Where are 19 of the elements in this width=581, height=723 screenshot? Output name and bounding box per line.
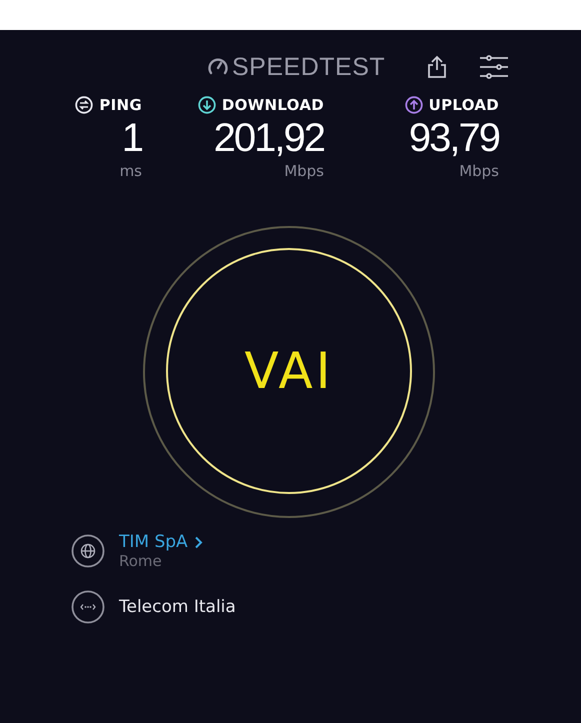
settings-icon[interactable]: [479, 55, 509, 79]
server-location: Rome: [119, 552, 163, 570]
chevron-icon[interactable]: [194, 536, 203, 548]
metric-label: UPLOAD: [428, 96, 499, 114]
metric-unit: Mbps: [459, 162, 499, 180]
start-button[interactable]: VAI: [166, 248, 412, 494]
metric-value: 201,92: [214, 116, 324, 160]
speedtest-logo: SPEEDTEST: [232, 52, 386, 82]
metric-value: 93,79: [408, 116, 499, 160]
share-icon[interactable]: [427, 55, 447, 79]
server-link[interactable]: TIM SpA: [119, 532, 188, 552]
metric-unit: Mbps: [284, 162, 324, 180]
metric-label: DOWNLOAD: [222, 96, 324, 114]
connection-icon: [71, 590, 105, 624]
globe-icon: [71, 534, 105, 568]
metric-label: PING: [99, 96, 142, 114]
metric-unit: ms: [120, 162, 142, 180]
metric-value: 1: [122, 116, 142, 160]
provider-name: Telecom Italia: [119, 597, 236, 617]
